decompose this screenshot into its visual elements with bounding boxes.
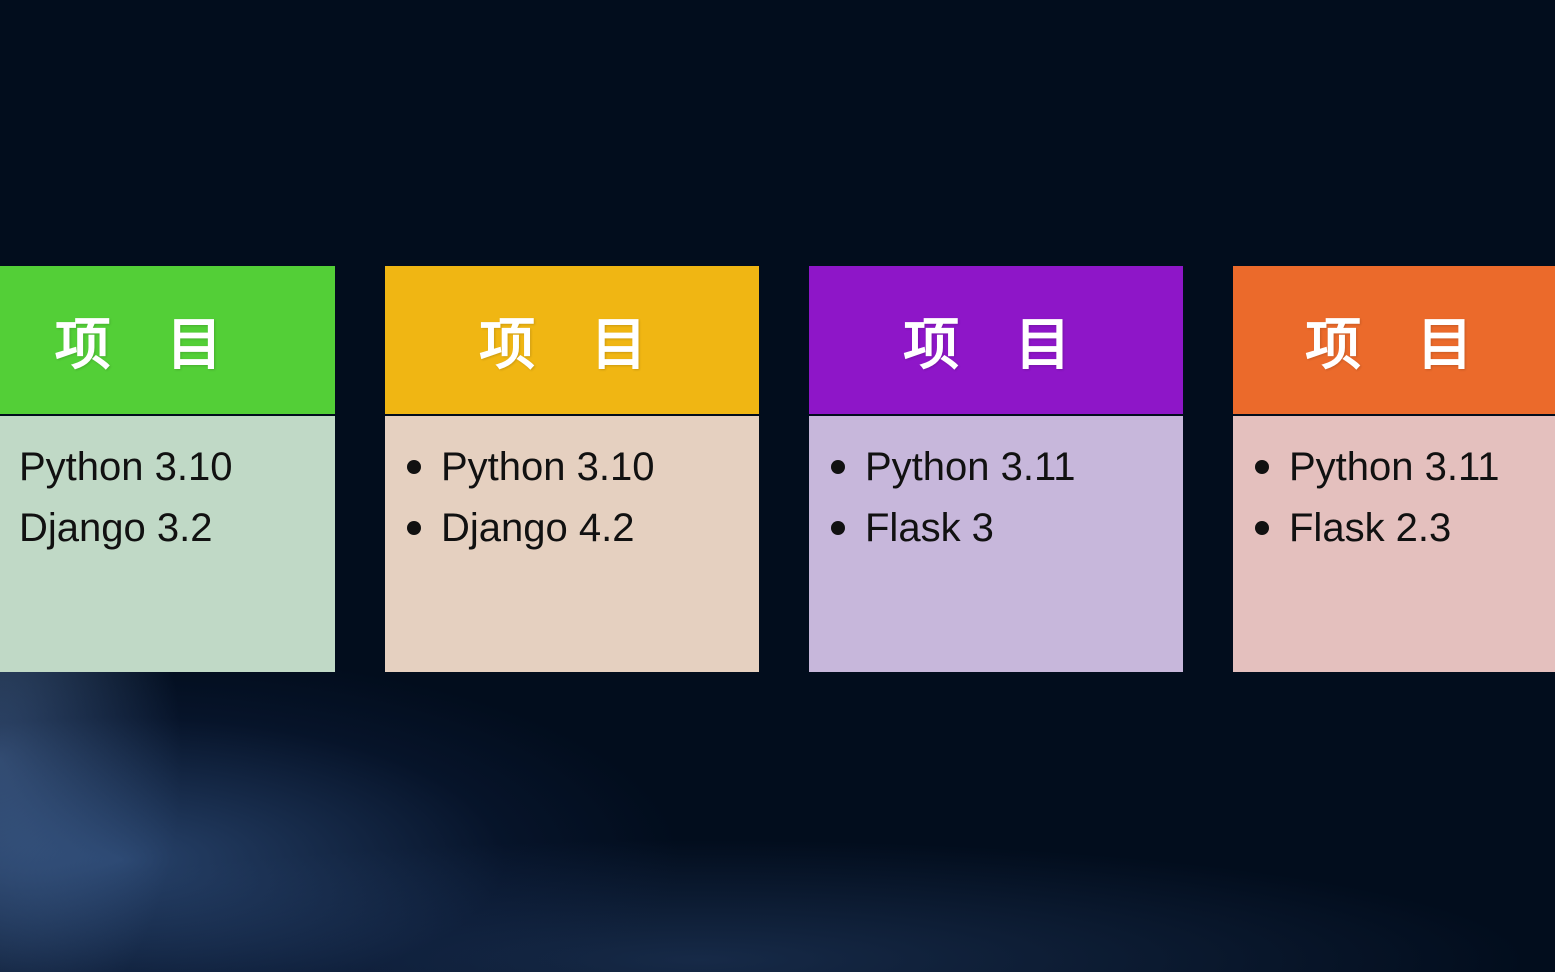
list-item-text: Python 3.11 [1289, 444, 1500, 489]
slide: 项 目 Python 3.10 Django 3.2 项 目 Python 3.… [0, 0, 1555, 972]
list-item-text: Python 3.11 [865, 444, 1076, 489]
card-header: 项 目 [385, 266, 759, 414]
card-title: 项 目 [1305, 311, 1491, 378]
card-header: 项 目 [809, 266, 1183, 414]
bullet-icon [831, 459, 845, 474]
list-item-text: Django 3.2 [19, 505, 213, 550]
bullet-icon [1255, 459, 1269, 474]
list-item: Python 3.11 [1255, 436, 1555, 497]
list-item-text: Flask 2.3 [1289, 505, 1452, 550]
project-card-2: 项 目 Python 3.10 Django 4.2 [385, 266, 759, 672]
list-item: Django 4.2 [407, 497, 759, 558]
card-title: 项 目 [54, 311, 241, 378]
bullet-icon [1255, 520, 1269, 535]
bullet-icon [407, 459, 421, 474]
list-item: Python 3.10 [19, 436, 335, 497]
project-card-4: 项 目 Python 3.11 Flask 2.3 [1233, 266, 1555, 672]
card-body: Python 3.11 Flask 2.3 [1233, 416, 1555, 672]
card-title: 项 目 [903, 311, 1089, 378]
card-title: 项 目 [479, 311, 665, 378]
card-body: Python 3.11 Flask 3 [809, 416, 1183, 672]
list-item-text: Python 3.10 [19, 444, 233, 489]
card-body: Python 3.10 Django 4.2 [385, 416, 759, 672]
list-item: Flask 2.3 [1255, 497, 1555, 558]
card-item-list: Python 3.10 Django 4.2 [385, 416, 759, 558]
bullet-icon [831, 520, 845, 535]
card-header: 项 目 [1233, 266, 1555, 414]
list-item: Flask 3 [831, 497, 1183, 558]
card-item-list: Python 3.11 Flask 2.3 [1233, 416, 1555, 558]
card-body: Python 3.10 Django 3.2 [0, 416, 335, 672]
list-item: Django 3.2 [19, 497, 335, 558]
list-item-text: Flask 3 [865, 505, 994, 550]
list-item: Python 3.10 [407, 436, 759, 497]
card-header: 项 目 [0, 266, 335, 414]
project-card-1: 项 目 Python 3.10 Django 3.2 [0, 266, 335, 672]
project-card-3: 项 目 Python 3.11 Flask 3 [809, 266, 1183, 672]
list-item-text: Python 3.10 [441, 444, 655, 489]
list-item: Python 3.11 [831, 436, 1183, 497]
card-item-list: Python 3.11 Flask 3 [809, 416, 1183, 558]
list-item-text: Django 4.2 [441, 505, 635, 550]
bullet-icon [407, 520, 421, 535]
card-item-list: Python 3.10 Django 3.2 [0, 416, 335, 558]
